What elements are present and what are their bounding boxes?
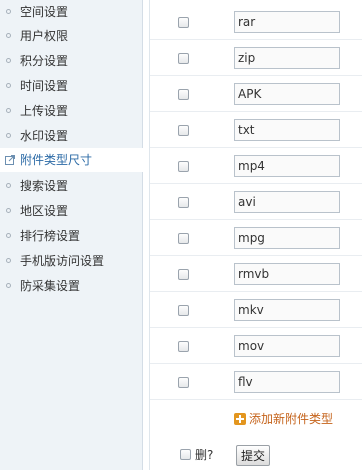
sidebar-item-ranking-settings[interactable]: 排行榜设置: [0, 224, 143, 248]
extension-input[interactable]: [234, 11, 340, 33]
extension-input[interactable]: [234, 119, 340, 141]
delete-checkbox[interactable]: [178, 341, 189, 352]
external-link-icon: [5, 155, 15, 165]
sidebar-item-anti-scrape-settings[interactable]: 防采集设置: [0, 274, 143, 298]
attachment-type-row: [150, 292, 362, 328]
delete-checkbox[interactable]: [178, 197, 189, 208]
sidebar-item-label: 防采集设置: [20, 279, 81, 293]
extension-input[interactable]: [234, 227, 340, 249]
sidebar-item-user-permissions[interactable]: 用户权限: [0, 24, 143, 48]
bullet-icon: [6, 183, 11, 188]
settings-sidebar: 空间设置 用户权限 积分设置 时间设置 上传设置 水印设置 附件类型尺寸 搜索设…: [0, 0, 143, 470]
submit-button[interactable]: 提交: [236, 445, 270, 466]
bullet-icon: [6, 83, 11, 88]
sidebar-item-region-settings[interactable]: 地区设置: [0, 199, 143, 223]
extension-input[interactable]: [234, 47, 340, 69]
extension-input[interactable]: [234, 263, 340, 285]
delete-checkbox[interactable]: [178, 305, 189, 316]
add-attachment-type-link[interactable]: 添加新附件类型: [234, 411, 333, 427]
extension-input[interactable]: [234, 335, 340, 357]
sidebar-item-label: 时间设置: [20, 79, 69, 93]
sidebar-item-watermark-settings[interactable]: 水印设置: [0, 124, 143, 148]
add-attachment-type-label: 添加新附件类型: [249, 412, 334, 426]
delete-label: 删?: [195, 448, 214, 462]
sidebar-item-label: 水印设置: [20, 129, 69, 143]
sidebar-item-label: 用户权限: [20, 29, 69, 43]
delete-checkbox[interactable]: [178, 269, 189, 280]
extension-input[interactable]: [234, 191, 340, 213]
attachment-type-row: [150, 148, 362, 184]
bullet-icon: [6, 58, 11, 63]
delete-checkbox[interactable]: [178, 89, 189, 100]
attachment-type-row: [150, 364, 362, 400]
delete-checkbox[interactable]: [178, 125, 189, 136]
attachment-type-row: [150, 220, 362, 256]
sidebar-item-space-settings[interactable]: 空间设置: [0, 0, 143, 24]
attachment-type-row: [150, 4, 362, 40]
sidebar-item-label: 积分设置: [20, 54, 69, 68]
attachment-type-row: [150, 328, 362, 364]
sidebar-item-label: 搜索设置: [20, 179, 69, 193]
bullet-icon: [6, 9, 11, 14]
bullet-icon: [6, 233, 11, 238]
extension-input[interactable]: [234, 83, 340, 105]
sidebar-item-label: 手机版访问设置: [20, 254, 105, 268]
attachment-type-row: [150, 112, 362, 148]
bullet-icon: [6, 258, 11, 263]
delete-checkbox[interactable]: [178, 17, 189, 28]
sidebar-item-search-settings[interactable]: 搜索设置: [0, 174, 143, 198]
sidebar-item-label: 排行榜设置: [20, 229, 81, 243]
attachment-type-row: [150, 40, 362, 76]
attachment-type-row: [150, 184, 362, 220]
plus-icon: [234, 413, 246, 425]
sidebar-item-mobile-settings[interactable]: 手机版访问设置: [0, 249, 143, 273]
sidebar-item-points-settings[interactable]: 积分设置: [0, 49, 143, 73]
bullet-icon: [6, 133, 11, 138]
form-actions: 删? 提交: [150, 440, 362, 470]
delete-checkbox[interactable]: [178, 161, 189, 172]
bullet-icon: [6, 33, 11, 38]
delete-checkbox[interactable]: [178, 233, 189, 244]
bullet-icon: [6, 283, 11, 288]
delete-checkbox[interactable]: [178, 377, 189, 388]
bullet-icon: [6, 108, 11, 113]
sidebar-item-label: 附件类型尺寸: [20, 153, 93, 167]
extension-input[interactable]: [234, 155, 340, 177]
attachment-type-row: [150, 256, 362, 292]
sidebar-item-attachment-types[interactable]: 附件类型尺寸: [0, 148, 143, 172]
attachment-type-row: [150, 76, 362, 112]
delete-all-checkbox[interactable]: [180, 449, 191, 460]
sidebar-item-upload-settings[interactable]: 上传设置: [0, 99, 143, 123]
sidebar-item-time-settings[interactable]: 时间设置: [0, 74, 143, 98]
sidebar-item-label: 地区设置: [20, 204, 69, 218]
sidebar-item-label: 上传设置: [20, 104, 69, 118]
extension-input[interactable]: [234, 299, 340, 321]
sidebar-item-label: 空间设置: [20, 5, 69, 19]
delete-checkbox[interactable]: [178, 53, 189, 64]
bullet-icon: [6, 208, 11, 213]
extension-input[interactable]: [234, 371, 340, 393]
